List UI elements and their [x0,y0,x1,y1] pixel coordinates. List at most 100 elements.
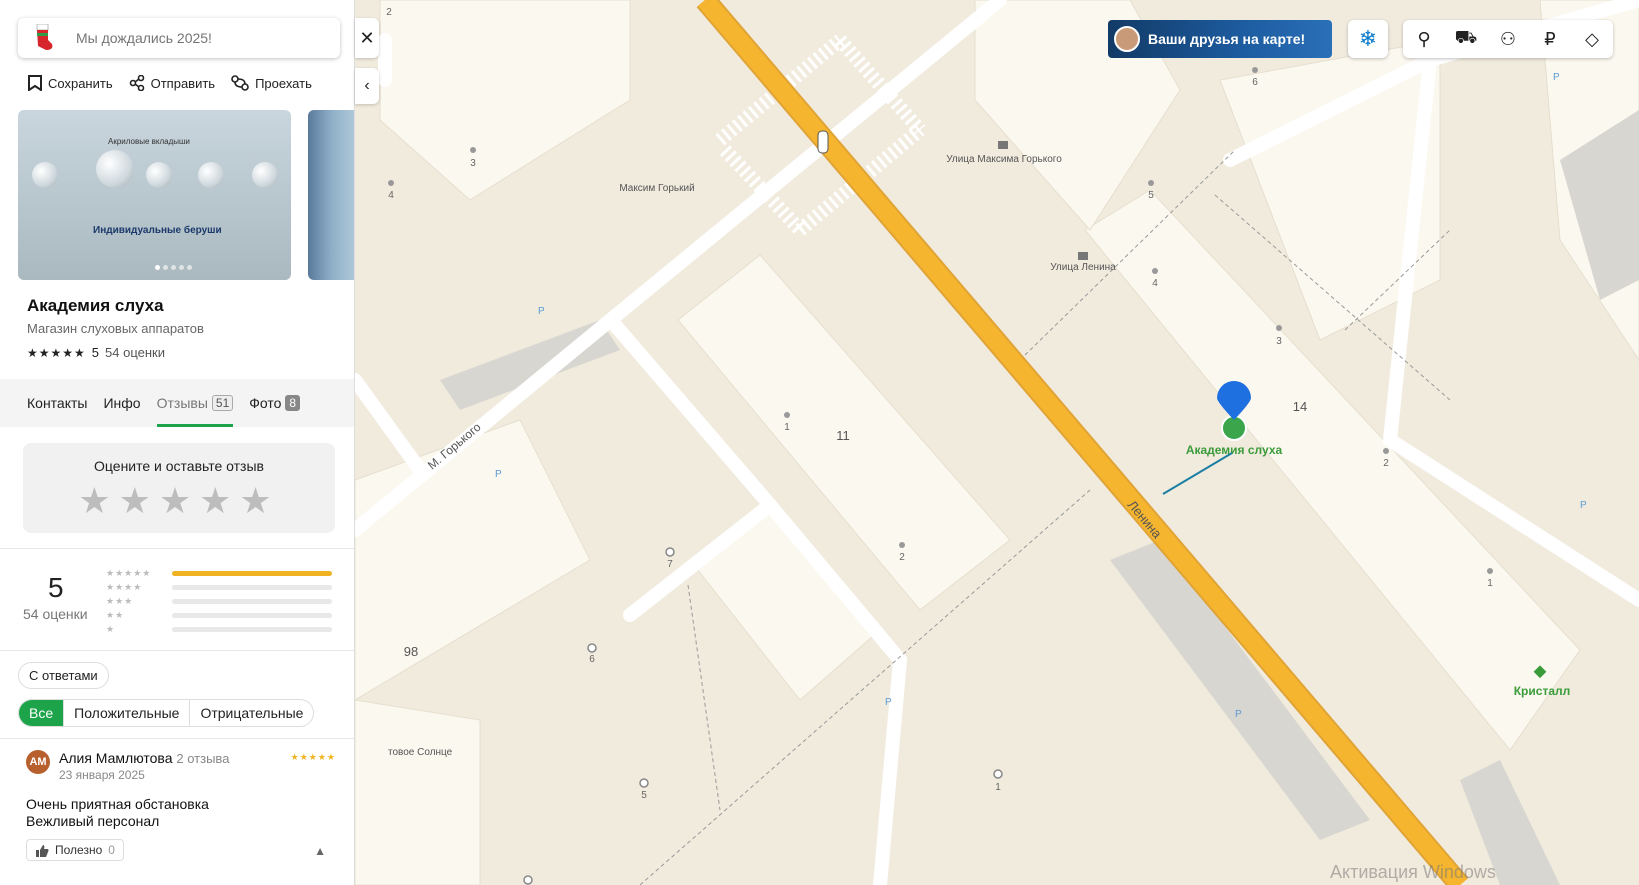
photo-secondary[interactable] [308,110,354,280]
address-dot [784,412,790,418]
photo-main[interactable]: Акриловые вкладыши Индивидуальные беруши [18,110,291,280]
building-number: 2 [386,7,392,18]
avatar[interactable]: АМ [26,750,50,774]
ruble-icon[interactable]: ₽ [1531,29,1569,50]
author-review-count: 2 отзыва [176,751,230,766]
carousel-dots [155,265,192,270]
thumbs-up-icon [36,844,49,857]
photo-carousel[interactable]: Акриловые вкладыши Индивидуальные беруши [18,110,354,280]
org-title: Академия слуха [27,296,164,315]
tab-bar: Контакты Инфо Отзывы 51 Фото 8 [0,379,354,427]
route-button[interactable]: Проехать [231,75,312,91]
house-number: 11 [836,428,850,443]
address-dot [993,769,1003,779]
close-panel-button[interactable]: ✕ [355,18,379,58]
share-label: Отправить [150,75,216,91]
org-rating: ★★★★★ 5 54 оценки [27,345,165,360]
address-dot [523,875,533,885]
useful-count: 0 [108,843,115,857]
save-button[interactable]: Сохранить [28,75,113,91]
map-canvas[interactable]: Ленина М. Горького Улица Максима Горьког… [355,0,1639,885]
house-number: 98 [404,644,418,659]
filter-all[interactable]: Все [19,700,65,726]
close-icon: ✕ [359,27,375,48]
map-toolbar: ⚲ ⛟ ⚇ ₽ ◇ [1403,20,1613,58]
brain-icon[interactable]: ⚲ [1405,29,1443,50]
useful-button[interactable]: Полезно 0 [26,839,124,861]
parking-icon: P [1553,72,1560,83]
search-input[interactable] [68,30,318,46]
holiday-sock-icon [18,18,68,58]
photo-caption-top: Акриловые вкладыши [108,137,190,146]
action-bar: Сохранить Отправить Проехать [28,75,312,91]
rating-stars-icon: ★★★★★ [27,345,86,360]
star-icon-2[interactable]: ★ [119,480,159,521]
chevron-left-icon: ‹ [364,77,370,94]
filter-negative[interactable]: Отрицательные [190,700,313,726]
summary-count: 54 оценки [23,606,88,622]
tab-contacts[interactable]: Контакты [27,379,87,427]
address-dot [665,547,675,557]
collapse-panel-button[interactable]: ‹ [355,68,379,104]
building-number: 6 [1252,77,1258,88]
layers-icon[interactable]: ◇ [1573,29,1611,50]
winter-mode-button[interactable]: ❄ [1348,20,1388,58]
bar-row-1: ★ [106,622,332,636]
photo-earplug [198,162,224,188]
save-label: Сохранить [48,75,113,91]
address-dot [470,147,476,153]
friends-banner[interactable]: Ваши друзья на карте! [1108,20,1332,58]
report-warning-icon[interactable]: ▲ [314,844,326,858]
rate-stars[interactable]: ★★★★★ [23,480,335,522]
bar-row-2: ★★ [106,608,332,622]
bus-icon[interactable]: ⛟ [1447,27,1485,51]
route-icon [231,75,249,91]
people-icon[interactable]: ⚇ [1489,29,1527,50]
tab-info[interactable]: Инфо [103,379,140,427]
building-number: 6 [589,654,595,665]
photo-earplug [146,162,172,188]
bus-stop-icon [1078,252,1088,260]
parking-icon: P [885,697,892,708]
review-author[interactable]: Алия Мамлютова 2 отзыва [59,750,229,766]
address-dot [1252,67,1258,73]
building-number: 4 [388,190,394,201]
filter-positive[interactable]: Положительные [64,700,191,726]
search-box[interactable] [18,18,340,58]
divider [0,738,354,739]
banner-text: Ваши друзья на карте! [1148,31,1306,47]
star-icon-5[interactable]: ★ [239,480,279,521]
review-text: Очень приятная обстановка Вежливый персо… [26,796,209,830]
tab-photos[interactable]: Фото 8 [249,379,301,427]
rate-card-title: Оцените и оставьте отзыв [94,458,264,474]
bar-fill [172,570,332,576]
star-icon-1[interactable]: ★ [78,480,118,521]
review-stars-icon: ★★★★★ [290,752,336,762]
share-button[interactable]: Отправить [129,75,215,91]
address-dot [1152,268,1158,274]
org-category: Магазин слуховых аппаратов [27,321,204,336]
tab-reviews[interactable]: Отзывы 51 [156,379,234,427]
rating-count[interactable]: 54 оценки [105,345,165,360]
parking-icon: P [1580,500,1587,511]
star-icon-3[interactable]: ★ [159,480,199,521]
address-dot [639,778,649,788]
address-dot [1383,448,1389,454]
snowflake-icon: ❄ [1358,26,1378,51]
map-svg[interactable]: Ленина М. Горького Улица Максима Горьког… [355,0,1639,885]
star-icon-4[interactable]: ★ [199,480,239,521]
parking-icon: P [1235,709,1242,720]
review-text-line: Очень приятная обстановка [26,796,209,812]
building-number: 4 [1152,278,1158,289]
bus-stop-icon [998,141,1008,149]
bus-stop-lenina: Улица Ленина [1050,262,1116,273]
summary-rating: 5 [48,572,64,603]
poi-crystal-label: Кристалл [1514,684,1571,698]
windows-watermark: Активация Windows [1330,862,1496,882]
building-number: 5 [1148,190,1154,201]
building-number: 3 [470,158,476,169]
building-number: 7 [667,559,673,570]
building-number: 2 [899,552,905,563]
divider [0,650,354,651]
filter-with-answers[interactable]: С ответами [18,662,109,689]
